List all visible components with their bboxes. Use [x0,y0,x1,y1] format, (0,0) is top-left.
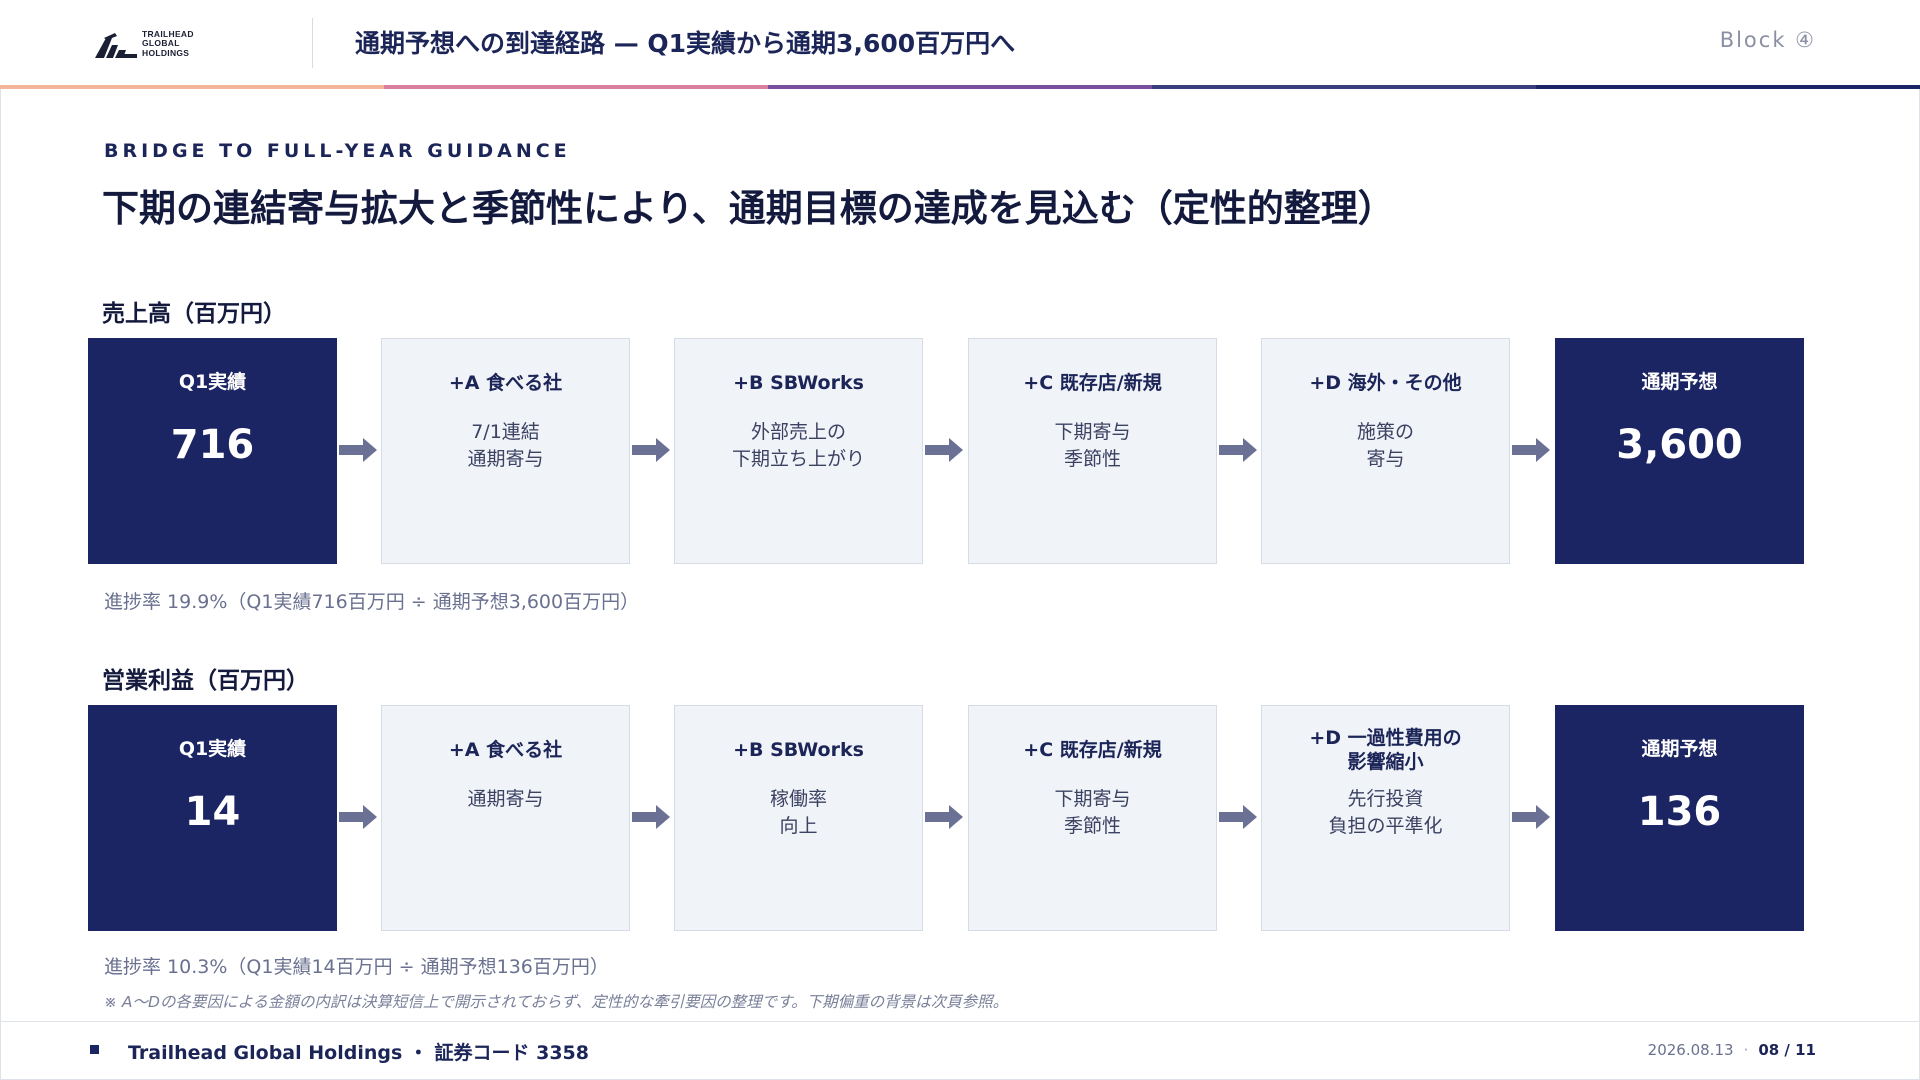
sales-step-a-desc: 7/1連結 通期寄与 [467,421,544,470]
main-title: 下期の連結寄与拡大と季節性により、通期目標の達成を見込む（定性的整理） [102,187,1395,230]
right-arrow-icon [1512,805,1550,829]
footer-company: Trailhead Global Holdings ・ 証券コード 3358 [128,1042,589,1064]
footer-divider [0,1021,1920,1022]
profit-start-value: 14 [184,789,241,835]
profit-step-a-label: +A 食べる社 [448,739,563,761]
right-arrow-icon [632,438,670,462]
profit-step-c-label: +C 既存店/新規 [1023,739,1162,761]
company-logo: TRAILHEAD GLOBAL HOLDINGS [95,28,205,60]
sales-step-b-label: +B SBWorks [733,372,864,394]
profit-step-d-desc: 先行投資 負担の平準化 [1328,788,1443,837]
block-label: Block ④ [1719,28,1816,52]
stripe-segment [0,85,384,89]
stripe-segment [1152,85,1536,89]
stripe-segment [384,85,768,89]
sales-step-a-label: +A 食べる社 [448,372,563,394]
profit-end-label: 通期予想 [1641,738,1718,760]
right-arrow-icon [339,438,377,462]
sales-step-d-box: +D 海外・その他 施策の 寄与 [1261,338,1510,564]
stripe-segment [768,85,1152,89]
header-title: 通期予想への到達経路 — Q1実績から通期3,600百万円へ [355,29,1016,58]
sales-step-b-desc: 外部売上の 下期立ち上がり [731,421,865,470]
logo-line-3: HOLDINGS [142,47,190,58]
sales-step-b-box: +B SBWorks 外部売上の 下期立ち上がり [674,338,923,564]
profit-section-title: 営業利益（百万円） [102,668,309,694]
page-number: 08 / 11 [1758,1041,1816,1059]
profit-step-a-desc: 通期寄与 [467,788,544,810]
sales-end-box: 通期予想 3,600 [1555,338,1804,564]
profit-start-label: Q1実績 [178,738,247,760]
right-arrow-icon [925,805,963,829]
sales-end-label: 通期予想 [1641,371,1718,393]
sales-bridge-flow: Q1実績 716 +A 食べる社 7/1連結 通期寄与 +B SBWorks 外… [88,338,1804,564]
sales-progress-note: 進捗率 19.9%（Q1実績716百万円 ÷ 通期予想3,600百万円） [104,591,640,613]
footnote: ※ A〜Dの各要因による金額の内訳は決算短信上で開示されておらず、定性的な牽引要… [104,993,1009,1011]
sales-step-c-box: +C 既存店/新規 下期寄与 季節性 [968,338,1217,564]
profit-step-d-label: +D 一過性費用の 影響縮小 [1309,727,1462,773]
stripe-segment [1536,85,1920,89]
right-arrow-icon [1219,438,1257,462]
profit-progress-note: 進捗率 10.3%（Q1実績14百万円 ÷ 通期予想136百万円） [104,956,609,978]
right-arrow-icon [1512,438,1550,462]
header-divider [312,18,313,68]
sales-start-value: 716 [170,422,255,468]
profit-step-d-box: +D 一過性費用の 影響縮小 先行投資 負担の平準化 [1261,705,1510,931]
right-arrow-icon [1219,805,1257,829]
profit-step-a-box: +A 食べる社 通期寄与 [381,705,630,931]
header-stripe [0,85,1920,89]
right-arrow-icon [632,805,670,829]
header: TRAILHEAD GLOBAL HOLDINGS 通期予想への到達経路 — Q… [0,0,1920,85]
footer-meta: 2026.08.13 · 08 / 11 [1648,1041,1816,1059]
logo-text: TRAILHEAD GLOBAL HOLDINGS [142,29,194,59]
sales-start-box: Q1実績 716 [88,338,337,564]
sales-step-c-desc: 下期寄与 季節性 [1054,421,1131,470]
trailhead-logo-icon [95,33,137,58]
profit-end-box: 通期予想 136 [1555,705,1804,931]
eyebrow-label: BRIDGE TO FULL-YEAR GUIDANCE [104,140,571,162]
sales-step-d-desc: 施策の 寄与 [1356,421,1414,470]
square-marker-icon [90,1045,99,1054]
right-arrow-icon [925,438,963,462]
profit-step-b-box: +B SBWorks 稼働率 向上 [674,705,923,931]
sales-end-value: 3,600 [1616,422,1743,468]
profit-step-b-desc: 稼働率 向上 [769,788,827,837]
footer-separator: · [1743,1041,1749,1059]
profit-step-c-desc: 下期寄与 季節性 [1054,788,1131,837]
sales-step-d-label: +D 海外・その他 [1309,372,1462,394]
profit-bridge-flow: Q1実績 14 +A 食べる社 通期寄与 +B SBWorks 稼働率 向上 +… [88,705,1804,931]
profit-end-value: 136 [1637,789,1722,835]
footer-date: 2026.08.13 [1647,1041,1734,1059]
sales-section-title: 売上高（百万円） [102,301,286,327]
sales-step-a-box: +A 食べる社 7/1連結 通期寄与 [381,338,630,564]
right-arrow-icon [339,805,377,829]
profit-start-box: Q1実績 14 [88,705,337,931]
profit-step-c-box: +C 既存店/新規 下期寄与 季節性 [968,705,1217,931]
sales-start-label: Q1実績 [178,371,247,393]
profit-step-b-label: +B SBWorks [733,739,864,761]
sales-step-c-label: +C 既存店/新規 [1023,372,1162,394]
